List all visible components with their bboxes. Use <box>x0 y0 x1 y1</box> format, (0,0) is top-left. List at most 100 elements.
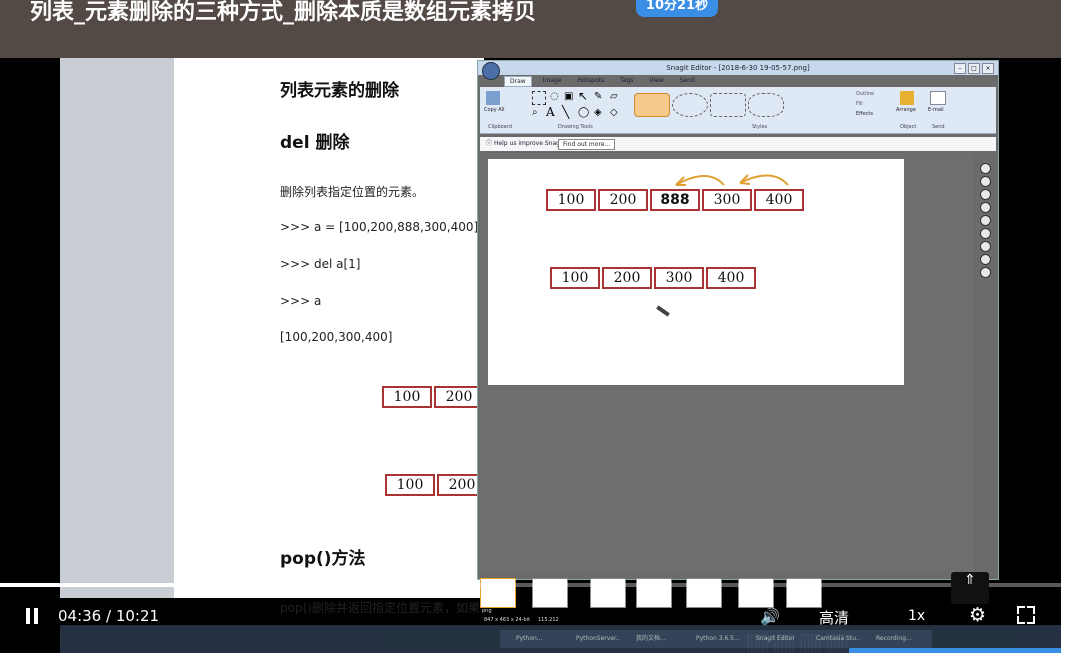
tab-hotspots[interactable]: Hotspots <box>572 76 609 87</box>
tab-send[interactable]: Send <box>675 76 700 87</box>
progress-bar[interactable] <box>0 583 1061 587</box>
array-cell: 300 <box>654 267 704 289</box>
array-cell: 100 <box>546 189 596 211</box>
quick-style-icon[interactable] <box>979 215 991 226</box>
scroll-top-button[interactable]: ⇑ <box>951 572 989 604</box>
search-icon[interactable] <box>979 163 991 174</box>
quick-style-icon[interactable] <box>979 176 991 187</box>
array-cell: 888 <box>650 189 700 211</box>
help-bar: ⓘ Help us improve Snagit Find out more..… <box>480 137 996 151</box>
eraser-tool-icon[interactable]: ◇ <box>610 107 618 118</box>
duration-badge: 10分21秒 <box>636 0 718 17</box>
array-cell: 100 <box>550 267 600 289</box>
doc-subheading: del 删除 <box>280 133 350 153</box>
array-diagram-1: 100 200 <box>382 386 486 408</box>
tab-tags[interactable]: Tags <box>615 76 638 87</box>
pause-icon <box>26 608 30 624</box>
email-button[interactable]: E-mail <box>928 107 944 113</box>
zoom-tool-icon[interactable]: ⌕ <box>532 107 538 118</box>
array-cell: 400 <box>706 267 756 289</box>
quick-style-icon[interactable] <box>979 241 991 252</box>
tab-image[interactable]: Image <box>538 76 567 87</box>
quality-button[interactable]: 高清 <box>819 607 849 628</box>
style-swatch[interactable] <box>672 93 708 117</box>
window-controls: – □ × <box>954 63 994 74</box>
quick-style-icon[interactable] <box>979 202 991 213</box>
style-swatch[interactable] <box>710 93 746 117</box>
speed-button[interactable]: 1x <box>908 608 925 624</box>
maximize-icon[interactable]: □ <box>968 63 980 74</box>
array-cell: 200 <box>598 189 648 211</box>
callout-tool-icon[interactable]: ◌ <box>550 91 559 102</box>
ribbon-tabs: Draw Image Hotspots Tags View Send <box>504 76 700 87</box>
canvas-image[interactable]: 100 200 888 300 400 100 200 300 400 <box>488 159 904 385</box>
shape-tool-icon[interactable]: ◯ <box>578 107 589 118</box>
arrange-button[interactable]: Arrange <box>896 107 916 113</box>
array-cell: 200 <box>602 267 652 289</box>
effects-menu[interactable]: Effects <box>856 111 873 117</box>
quick-styles-bar <box>978 161 992 291</box>
group-label: Send <box>932 124 945 130</box>
selection-tool-icon[interactable] <box>532 91 546 105</box>
volume-icon[interactable]: 🔊 <box>760 607 780 626</box>
doc-pop-heading: pop()方法 <box>280 549 366 569</box>
stamp-tool-icon[interactable]: ▣ <box>564 91 573 102</box>
email-icon[interactable] <box>930 91 946 105</box>
group-label: Styles <box>752 124 768 130</box>
close-icon[interactable]: × <box>982 63 994 74</box>
snagit-title: Snagit Editor - [2018-6-30 19-05-57.png] <box>478 61 998 75</box>
quick-style-icon[interactable] <box>979 267 991 278</box>
style-swatch[interactable] <box>634 93 670 117</box>
progress-fill <box>0 583 472 587</box>
fill-tool-icon[interactable]: ◈ <box>594 107 602 118</box>
video-frame[interactable]: 列表元素的删除 del 删除 删除列表指定位置的元素。 >>> a = [100… <box>0 58 1061 653</box>
array-diagram-2: 100 200 <box>385 474 489 496</box>
doc-line: >>> del a[1] <box>280 257 361 271</box>
tab-view[interactable]: View <box>644 76 668 87</box>
canvas-area[interactable]: 100 200 888 300 400 100 200 300 400 <box>480 153 974 573</box>
document-page: 列表元素的删除 del 删除 删除列表指定位置的元素。 >>> a = [100… <box>174 58 487 615</box>
tab-draw[interactable]: Draw <box>504 76 532 87</box>
fill-menu[interactable]: Fill <box>856 101 863 107</box>
doc-heading: 列表元素的删除 <box>280 81 399 101</box>
quick-style-icon[interactable] <box>979 228 991 239</box>
find-out-more-button[interactable]: Find out more... <box>558 139 616 150</box>
text-tool-icon[interactable]: A <box>546 105 555 119</box>
page-title: 列表_元素删除的三种方式_删除本质是数组元素拷贝 <box>30 0 537 25</box>
doc-line: 删除列表指定位置的元素。 <box>280 185 425 199</box>
pause-icon <box>34 608 38 624</box>
doc-line: pop()删除并返回指定位置元素，如果 <box>280 601 480 615</box>
title-bar: 列表_元素删除的三种方式_删除本质是数组元素拷贝 10分21秒 <box>0 0 1061 58</box>
info-icon: ⓘ <box>486 140 493 147</box>
gear-icon[interactable]: ⚙ <box>969 604 986 626</box>
group-label: Object <box>900 124 917 130</box>
array-cell: 300 <box>702 189 752 211</box>
taskbar-item[interactable]: Recording... <box>860 630 932 648</box>
array-cell: 400 <box>754 189 804 211</box>
snagit-orb-icon[interactable] <box>482 62 500 80</box>
doc-line: [100,200,300,400] <box>280 330 393 344</box>
array-cell: 100 <box>385 474 435 496</box>
outline-menu[interactable]: Outline <box>856 91 874 97</box>
line-tool-icon[interactable]: ╲ <box>562 105 569 119</box>
snagit-editor-window[interactable]: Snagit Editor - [2018-6-30 19-05-57.png]… <box>477 60 999 580</box>
quick-style-icon[interactable] <box>979 254 991 265</box>
arrange-icon[interactable] <box>900 91 914 105</box>
pen-tool-icon[interactable]: ✎ <box>594 91 602 102</box>
quick-style-icon[interactable] <box>979 189 991 200</box>
pen-cursor-icon <box>656 305 670 317</box>
help-text: Help us improve Snagit <box>493 140 564 147</box>
copy-all-icon[interactable] <box>486 91 500 105</box>
highlight-tool-icon[interactable]: ▱ <box>610 91 618 102</box>
canvas-array-row-1: 100 200 888 300 400 <box>546 189 806 211</box>
arrow-annotations <box>675 174 789 186</box>
copy-all-button[interactable]: Copy All <box>484 107 506 113</box>
group-label: Drawing Tools <box>558 124 593 130</box>
status-size: 847 x 463 x 24-bit <box>484 617 531 623</box>
pause-button[interactable] <box>24 608 40 624</box>
document-sidebar <box>60 58 174 598</box>
minimize-icon[interactable]: – <box>954 63 966 74</box>
style-swatch[interactable] <box>748 93 784 117</box>
arrow-tool-icon[interactable]: ↖ <box>578 89 588 103</box>
fullscreen-icon[interactable] <box>1017 606 1035 624</box>
